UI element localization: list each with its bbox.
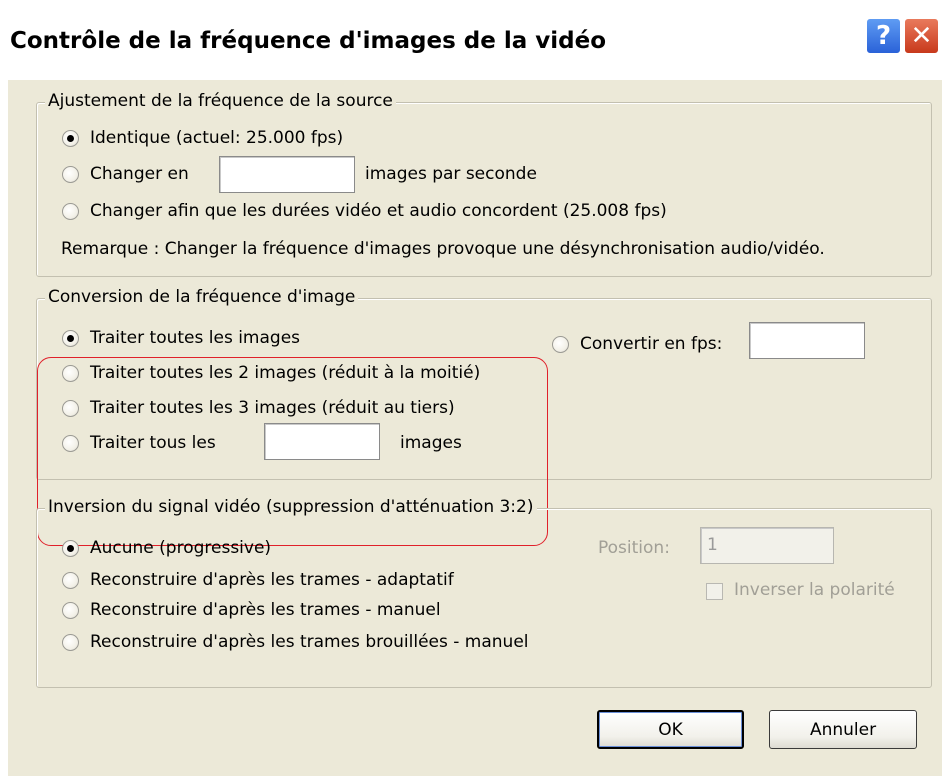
conversion-half-label: Traiter toutes les 2 images (réduit à la… xyxy=(90,363,481,383)
position-label-text: Position: xyxy=(598,538,670,558)
invert-polarity-label: Inverser la polarité xyxy=(734,580,895,600)
cancel-button-label: Annuler xyxy=(809,719,877,740)
source-fps-suffix: images par seconde xyxy=(365,164,537,184)
source-note-text: Remarque : Changer la fréquence d'images… xyxy=(61,239,825,259)
every-n-suffix: images xyxy=(400,433,462,453)
convert-fps-option[interactable]: Convertir en fps: xyxy=(552,334,722,354)
radio-half[interactable] xyxy=(62,364,79,382)
help-icon: ? xyxy=(875,21,892,51)
every-n-input[interactable] xyxy=(264,423,380,460)
ok-button[interactable]: OK xyxy=(597,710,744,749)
source-fps-suffix-label: images par seconde xyxy=(365,164,537,184)
invert-polarity-text: Inverser la polarité xyxy=(734,580,895,600)
source-note: Remarque : Changer la fréquence d'images… xyxy=(61,239,825,259)
convert-fps-label: Convertir en fps: xyxy=(580,334,723,354)
window-title: Contrôle de la fréquence d'images de la … xyxy=(10,28,607,54)
source-match-label: Changer afin que les durées vidéo et aud… xyxy=(90,201,667,221)
conversion-all-label: Traiter toutes les images xyxy=(90,328,301,348)
ivtc-scrambled-option[interactable]: Reconstruire d'après les trames brouillé… xyxy=(62,632,529,652)
radio-every-n[interactable] xyxy=(62,434,79,452)
conversion-every-n-option[interactable]: Traiter tous les xyxy=(62,433,216,453)
conversion-half-option[interactable]: Traiter toutes les 2 images (réduit à la… xyxy=(62,363,480,383)
ivtc-none-option[interactable]: Aucune (progressive) xyxy=(62,538,271,558)
conversion-legend: Conversion de la fréquence d'image xyxy=(45,287,359,307)
ivtc-legend: Inversion du signal vidéo (suppression d… xyxy=(45,497,537,517)
source-match-option[interactable]: Changer afin que les durées vidéo et aud… xyxy=(62,201,667,221)
cancel-button[interactable]: Annuler xyxy=(769,710,917,749)
source-fps-input[interactable] xyxy=(219,156,355,193)
conversion-third-label: Traiter toutes les 3 images (réduit au t… xyxy=(90,398,455,418)
title-bar: Contrôle de la fréquence d'images de la … xyxy=(0,0,942,80)
ivtc-adaptive-option[interactable]: Reconstruire d'après les trames - adapta… xyxy=(62,570,454,590)
close-button[interactable]: ✕ xyxy=(904,18,939,54)
close-icon: ✕ xyxy=(910,21,933,51)
ok-button-label: OK xyxy=(658,719,683,740)
radio-all-frames[interactable] xyxy=(62,329,79,347)
ivtc-manual-label: Reconstruire d'après les trames - manuel xyxy=(90,600,441,620)
convert-fps-input[interactable] xyxy=(749,322,865,359)
radio-match[interactable] xyxy=(62,202,79,220)
source-change-option[interactable]: Changer en xyxy=(62,164,189,184)
position-input[interactable]: 1 xyxy=(700,527,834,564)
dialog-body: Ajustement de la fréquence de la source … xyxy=(6,80,942,776)
position-label: Position: xyxy=(598,538,670,558)
ivtc-scrambled-label: Reconstruire d'après les trames brouillé… xyxy=(90,632,529,652)
conversion-all-option[interactable]: Traiter toutes les images xyxy=(62,328,300,348)
source-identical-label: Identique (actuel: 25.000 fps) xyxy=(90,128,344,148)
source-rate-legend: Ajustement de la fréquence de la source xyxy=(45,91,396,111)
invert-polarity-checkbox[interactable] xyxy=(706,583,723,600)
conversion-every-n-label: Traiter tous les xyxy=(90,433,216,453)
radio-ivtc-scrambled[interactable] xyxy=(62,633,79,651)
ivtc-adaptive-label: Reconstruire d'après les trames - adapta… xyxy=(90,570,454,590)
radio-ivtc-adaptive[interactable] xyxy=(62,571,79,589)
help-button[interactable]: ? xyxy=(866,18,901,54)
source-change-label: Changer en xyxy=(90,164,189,184)
radio-identical[interactable] xyxy=(62,129,79,147)
every-n-suffix-label: images xyxy=(400,433,462,453)
conversion-third-option[interactable]: Traiter toutes les 3 images (réduit au t… xyxy=(62,398,455,418)
ivtc-manual-option[interactable]: Reconstruire d'après les trames - manuel xyxy=(62,600,441,620)
source-identical-option[interactable]: Identique (actuel: 25.000 fps) xyxy=(62,128,343,148)
radio-ivtc-none[interactable] xyxy=(62,539,79,557)
radio-third[interactable] xyxy=(62,399,79,417)
ivtc-none-label: Aucune (progressive) xyxy=(90,538,272,558)
radio-ivtc-manual[interactable] xyxy=(62,601,79,619)
radio-change[interactable] xyxy=(62,165,79,183)
radio-convert-fps[interactable] xyxy=(552,335,569,353)
